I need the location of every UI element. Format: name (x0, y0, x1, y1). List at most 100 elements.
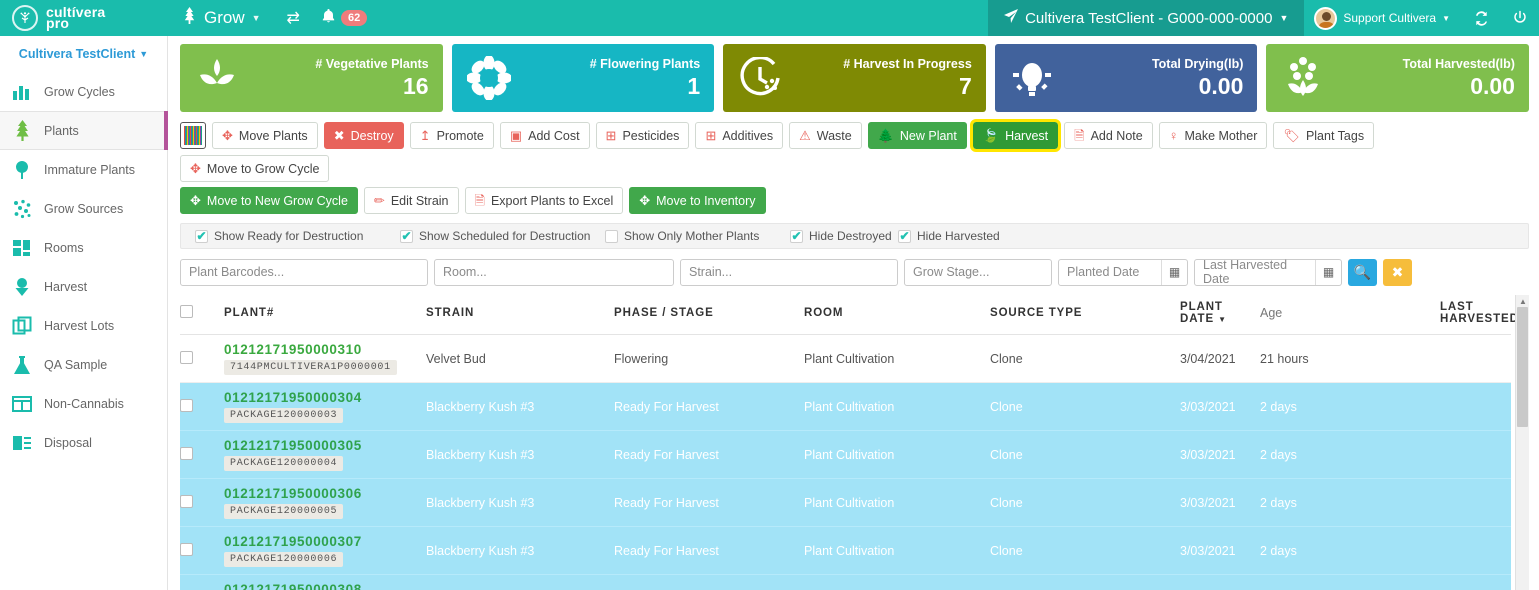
checkbox-box[interactable] (400, 229, 413, 243)
edit-strain-button[interactable]: ✏ Edit Strain (363, 187, 459, 214)
sidebar-item-grow-cycles[interactable]: Grow Cycles (0, 72, 167, 111)
notifications-button[interactable]: 62 (312, 0, 377, 36)
kpi-vegetative-plants[interactable]: # Vegetative Plants 16 (180, 44, 443, 112)
swap-icon[interactable]: ⇄ (275, 0, 312, 36)
planted-date-input[interactable]: Planted Date ▦ (1058, 258, 1188, 286)
table-row[interactable]: 01212171950000304 PACKAGE120000003 Black… (180, 382, 1511, 431)
sidebar-item-rooms[interactable]: Rooms (0, 228, 167, 267)
cell-plant-number: 01212171950000308 PACKAGE120000007 (224, 574, 426, 590)
column-header-age[interactable]: Age (1260, 295, 1440, 335)
make-mother-button[interactable]: ♀ Make Mother (1158, 122, 1268, 149)
sidebar-item-grow-sources[interactable]: Grow Sources (0, 189, 167, 228)
clear-filters-button[interactable]: ✖ (1383, 258, 1412, 286)
checkbox-box[interactable] (195, 229, 208, 243)
row-checkbox[interactable] (180, 446, 193, 460)
sidebar-item-non-cannabis[interactable]: Non-Cannabis (0, 384, 167, 423)
kpi-flowering-plants[interactable]: # Flowering Plants 1 (451, 44, 715, 112)
room-input[interactable]: Room... (434, 258, 674, 286)
kpi-harvest-in-progress[interactable]: # Harvest In Progress 7 (723, 44, 986, 112)
power-icon[interactable] (1501, 0, 1539, 36)
column-header-strain[interactable]: STRAIN (426, 295, 614, 335)
sidebar-client-label: Cultivera TestClient (18, 47, 136, 61)
table-row[interactable]: 01212171950000310 7144PMCULTIVERA1P00000… (180, 334, 1511, 383)
harvest-button[interactable]: 🍃 Harvest (969, 119, 1062, 152)
checkbox-show-scheduled-for-destruction[interactable]: Show Scheduled for Destruction (400, 229, 605, 243)
plant-barcodes-input[interactable]: Plant Barcodes... (180, 258, 428, 286)
user-menu[interactable]: Support Cultivera ▼ (1304, 0, 1462, 36)
barcode-icon[interactable] (180, 122, 206, 149)
column-header-plant-number[interactable]: PLANT# (224, 295, 426, 335)
calendar-icon[interactable]: ▦ (1315, 259, 1341, 285)
select-all-checkbox[interactable] (180, 305, 193, 318)
brand-logo-area[interactable]: cultívera pro (0, 0, 168, 36)
column-header-plant-date[interactable]: PLANT DATE ▼ (1180, 295, 1260, 335)
waste-button[interactable]: ⚠ Waste (789, 122, 862, 149)
move-to-inventory-button[interactable]: ✥ Move to Inventory (629, 187, 766, 214)
checkbox-label: Hide Destroyed (809, 229, 892, 243)
scrollbar-thumb[interactable] (1517, 307, 1528, 427)
checkbox-hide-harvested[interactable]: Hide Harvested (898, 229, 1000, 243)
strain-input[interactable]: Strain... (680, 258, 898, 286)
cell-source-type: Clone (990, 478, 1180, 527)
pesticides-button[interactable]: ⊞ Pesticides (595, 122, 690, 149)
kpi-total-harvested[interactable]: Total Harvested(lb) 0.00 (1266, 44, 1529, 112)
calendar-icon[interactable]: ▦ (1161, 259, 1187, 285)
row-checkbox[interactable] (180, 494, 193, 508)
button-label: Waste (816, 128, 852, 143)
row-checkbox-cell (180, 382, 224, 431)
avatar (1314, 6, 1338, 30)
refresh-icon[interactable] (1462, 0, 1501, 36)
add-cost-button[interactable]: ▣ Add Cost (499, 122, 590, 149)
nav-grow-menu[interactable]: Grow ▼ (168, 0, 275, 36)
client-selector[interactable]: Cultivera TestClient - G000-000-0000 ▼ (988, 0, 1305, 36)
cell-age: 2 days (1260, 526, 1440, 575)
row-checkbox[interactable] (180, 398, 193, 412)
additives-button[interactable]: ⊞ Additives (695, 122, 784, 149)
checkbox-show-ready-for-destruction[interactable]: Show Ready for Destruction (195, 229, 400, 243)
sidebar-item-label: Disposal (44, 435, 92, 450)
search-button[interactable]: 🔍 (1348, 258, 1377, 286)
bell-icon (322, 9, 335, 27)
row-checkbox[interactable] (180, 350, 193, 364)
plant-tags-button[interactable]: 🏷 Plant Tags (1273, 122, 1375, 149)
export-plants-to-excel-button[interactable]: 🗎 Export Plants to Excel (464, 187, 624, 214)
table-row[interactable]: 01212171950000305 PACKAGE120000004 Black… (180, 430, 1511, 479)
table-row[interactable]: 01212171950000306 PACKAGE120000005 Black… (180, 478, 1511, 527)
checkbox-box[interactable] (898, 229, 911, 243)
table-vertical-scrollbar[interactable]: ▲ (1515, 295, 1529, 590)
column-header-plant-date-label: PLANT DATE (1180, 301, 1223, 325)
cell-phase-stage: Flowering (614, 334, 804, 383)
sidebar-item-disposal[interactable]: Disposal (0, 423, 167, 462)
column-header-source-type[interactable]: SOURCE TYPE (990, 295, 1180, 335)
sidebar-item-harvest-lots[interactable]: Harvest Lots (0, 306, 167, 345)
row-checkbox[interactable] (180, 542, 193, 556)
column-header-phase-stage[interactable]: PHASE / STAGE (614, 295, 804, 335)
move-to-grow-cycle-button[interactable]: ✥ Move to Grow Cycle (180, 155, 330, 182)
sidebar-item-plants[interactable]: Plants (0, 111, 168, 150)
checkbox-box[interactable] (790, 229, 803, 243)
sidebar-item-harvest[interactable]: Harvest (0, 267, 167, 306)
sidebar-item-immature-plants[interactable]: Immature Plants (0, 150, 167, 189)
button-label: Move to Inventory (656, 193, 756, 208)
checkbox-hide-destroyed[interactable]: Hide Destroyed (790, 229, 898, 243)
table-row[interactable]: 01212171950000307 PACKAGE120000006 Black… (180, 526, 1511, 575)
cell-room: Plant Cultivation (804, 526, 990, 575)
table-row[interactable]: 01212171950000308 PACKAGE120000007 Black… (180, 574, 1511, 590)
scroll-up-arrow-icon[interactable]: ▲ (1516, 295, 1530, 307)
kpi-total-drying[interactable]: Total Drying(lb) 0.00 (994, 44, 1258, 112)
new-plant-button[interactable]: 🌲 New Plant (867, 122, 967, 149)
sidebar-item-label: QA Sample (44, 357, 108, 372)
destroy-button[interactable]: ✖ Destroy (323, 122, 404, 149)
move-to-new-grow-cycle-button[interactable]: ✥ Move to New Grow Cycle (180, 187, 358, 214)
last-harvested-date-input[interactable]: Last Harvested Date ▦ (1194, 258, 1342, 286)
column-header-room[interactable]: ROOM (804, 295, 990, 335)
promote-button[interactable]: ↥ Promote (409, 122, 494, 149)
checkbox-show-only-mother-plants[interactable]: Show Only Mother Plants (605, 229, 790, 243)
move-plants-button[interactable]: ✥ Move Plants (212, 122, 318, 149)
grow-stage-input[interactable]: Grow Stage... (904, 258, 1052, 286)
checkbox-box[interactable] (605, 229, 618, 243)
sidebar-item-qa-sample[interactable]: QA Sample (0, 345, 167, 384)
sidebar-client-selector[interactable]: Cultivera TestClient ▼ (0, 36, 167, 72)
column-header-last-harvested[interactable]: LAST HARVESTED (1440, 295, 1518, 335)
add-note-button[interactable]: 🗎 Add Note (1064, 122, 1153, 149)
